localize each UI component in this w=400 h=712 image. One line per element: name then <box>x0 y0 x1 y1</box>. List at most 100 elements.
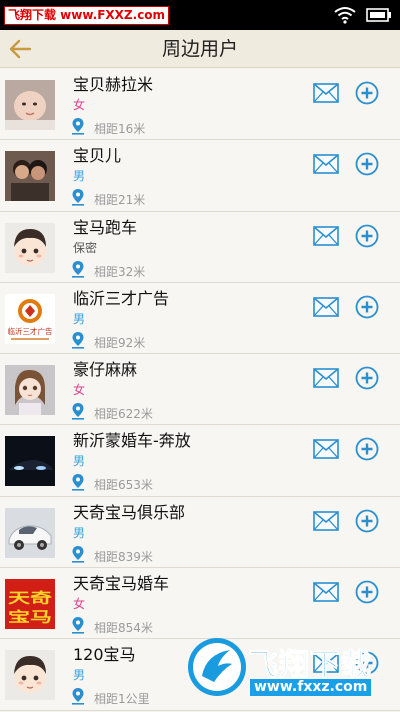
user-distance: 相距839米 <box>94 549 153 564</box>
add-friend-button[interactable] <box>355 509 379 533</box>
user-avatar[interactable] <box>5 507 55 558</box>
add-friend-button[interactable] <box>355 437 379 461</box>
user-distance: 相距21米 <box>94 193 146 208</box>
envelope-icon <box>313 582 339 602</box>
nearby-user-list[interactable]: 宝贝赫拉米女相距16米 宝贝儿男相距21米 宝马跑车 保密 相距32米 临沂三才广告 临沂三… <box>0 69 400 712</box>
user-gender: 女 <box>73 383 86 398</box>
user-row[interactable]: 天奇宝马俱乐部男相距839米 <box>0 496 400 569</box>
user-avatar[interactable] <box>5 436 55 487</box>
user-name: 豪仔麻麻 <box>73 360 138 380</box>
plus-circle-icon <box>355 81 379 105</box>
back-button[interactable] <box>8 36 34 62</box>
user-avatar[interactable] <box>5 222 55 273</box>
envelope-icon <box>313 368 339 388</box>
user-name: 宝马跑车 <box>73 217 138 237</box>
user-distance: 相距16米 <box>94 122 146 136</box>
site-watermark: 飞翔下载 www.fxxz.com <box>186 636 396 706</box>
location-pin-icon <box>72 260 84 278</box>
plus-circle-icon <box>355 152 379 176</box>
status-icons <box>334 5 392 25</box>
user-distance: 相距653米 <box>94 478 153 493</box>
avatar-logo-text: 临沂三才广告 <box>8 326 53 336</box>
add-friend-button[interactable] <box>355 366 379 390</box>
watermark-url: www.fxxz.com <box>250 679 372 696</box>
user-name: 120宝马 <box>73 645 136 665</box>
send-message-button[interactable] <box>313 83 339 103</box>
plus-circle-icon <box>355 509 379 533</box>
user-row[interactable]: 临沂三才广告 临沂三才广告男相距92米 <box>0 282 400 355</box>
user-distance: 相距622米 <box>94 407 153 422</box>
location-pin-icon <box>72 118 84 135</box>
user-gender: 男 <box>73 668 86 683</box>
user-name: 宝贝赫拉米 <box>73 75 154 94</box>
user-row[interactable]: 宝贝儿男相距21米 <box>0 140 400 212</box>
location-pin-icon <box>72 331 84 349</box>
status-brand-label: 飞翔下载 www.FXXZ.com <box>4 6 170 25</box>
user-name: 天奇宝马婚车 <box>73 574 170 594</box>
plus-circle-icon <box>355 580 379 604</box>
user-name: 新沂蒙婚车-奔放 <box>73 431 191 451</box>
add-friend-button[interactable] <box>355 152 379 176</box>
location-pin-icon <box>72 189 84 206</box>
envelope-icon <box>313 297 339 317</box>
user-gender: 女 <box>73 98 86 112</box>
wifi-icon <box>334 7 356 24</box>
user-avatar[interactable] <box>5 365 55 416</box>
add-friend-button[interactable] <box>355 81 379 105</box>
user-avatar[interactable]: 天奇 宝马 <box>5 579 55 630</box>
plus-circle-icon <box>355 295 379 319</box>
user-gender: 男 <box>73 525 86 540</box>
watermark-text: 飞翔下载 <box>248 648 372 684</box>
user-row[interactable]: 天奇 宝马 天奇宝马婚车女相距854米 <box>0 568 400 640</box>
user-avatar[interactable]: 临沂三才广告 <box>5 293 55 344</box>
send-message-button[interactable] <box>313 154 339 175</box>
location-pin-icon <box>72 403 84 420</box>
plus-circle-icon <box>355 224 379 247</box>
plus-circle-icon <box>355 366 379 390</box>
add-friend-button[interactable] <box>355 580 379 604</box>
header-bar: 周边用户 <box>0 30 400 68</box>
location-pin-icon <box>72 474 84 492</box>
back-arrow-icon <box>9 39 32 59</box>
envelope-icon <box>313 510 339 531</box>
send-message-button[interactable] <box>313 225 339 246</box>
send-message-button[interactable] <box>313 510 339 531</box>
location-pin-icon <box>72 617 84 634</box>
location-pin-icon <box>72 688 84 705</box>
user-avatar[interactable] <box>5 80 55 130</box>
plus-circle-icon <box>355 438 379 461</box>
avatar-logo-text: 天奇 <box>8 590 52 607</box>
page-title: 周边用户 <box>161 38 238 60</box>
user-distance: 相距32米 <box>94 264 146 279</box>
user-name: 天奇宝马俱乐部 <box>73 502 186 522</box>
user-name: 临沂三才广告 <box>73 288 170 308</box>
user-gender: 保密 <box>73 240 98 255</box>
send-message-button[interactable] <box>313 297 339 317</box>
send-message-button[interactable] <box>313 439 339 460</box>
status-bar: 飞翔下载 www.FXXZ.com <box>0 0 400 30</box>
user-gender: 男 <box>73 454 86 469</box>
envelope-icon <box>313 154 339 175</box>
user-name: 宝贝儿 <box>73 146 122 166</box>
battery-icon <box>366 8 391 22</box>
add-friend-button[interactable] <box>355 224 379 248</box>
user-row[interactable]: 豪仔麻麻女相距622米 <box>0 354 400 426</box>
user-row[interactable]: 宝贝赫拉米女相距16米 <box>0 69 400 141</box>
send-message-button[interactable] <box>313 582 339 602</box>
user-avatar[interactable] <box>5 151 55 202</box>
user-distance: 相距1公里 <box>94 692 150 707</box>
user-row[interactable]: 宝马跑车保密相距32米 <box>0 211 400 283</box>
watermark-logo-icon <box>188 638 246 696</box>
send-message-button[interactable] <box>313 368 339 388</box>
location-pin-icon <box>72 545 84 563</box>
user-distance: 相距854米 <box>94 621 153 636</box>
envelope-icon <box>313 225 339 246</box>
user-gender: 男 <box>73 311 86 326</box>
user-distance: 相距92米 <box>94 335 146 350</box>
add-friend-button[interactable] <box>355 295 379 319</box>
user-avatar[interactable] <box>5 650 55 701</box>
user-row[interactable]: 新沂蒙婚车-奔放男相距653米 <box>0 425 400 497</box>
user-gender: 女 <box>73 597 86 612</box>
envelope-icon <box>313 439 339 460</box>
avatar-logo-text-line2: 宝马 <box>8 609 52 626</box>
